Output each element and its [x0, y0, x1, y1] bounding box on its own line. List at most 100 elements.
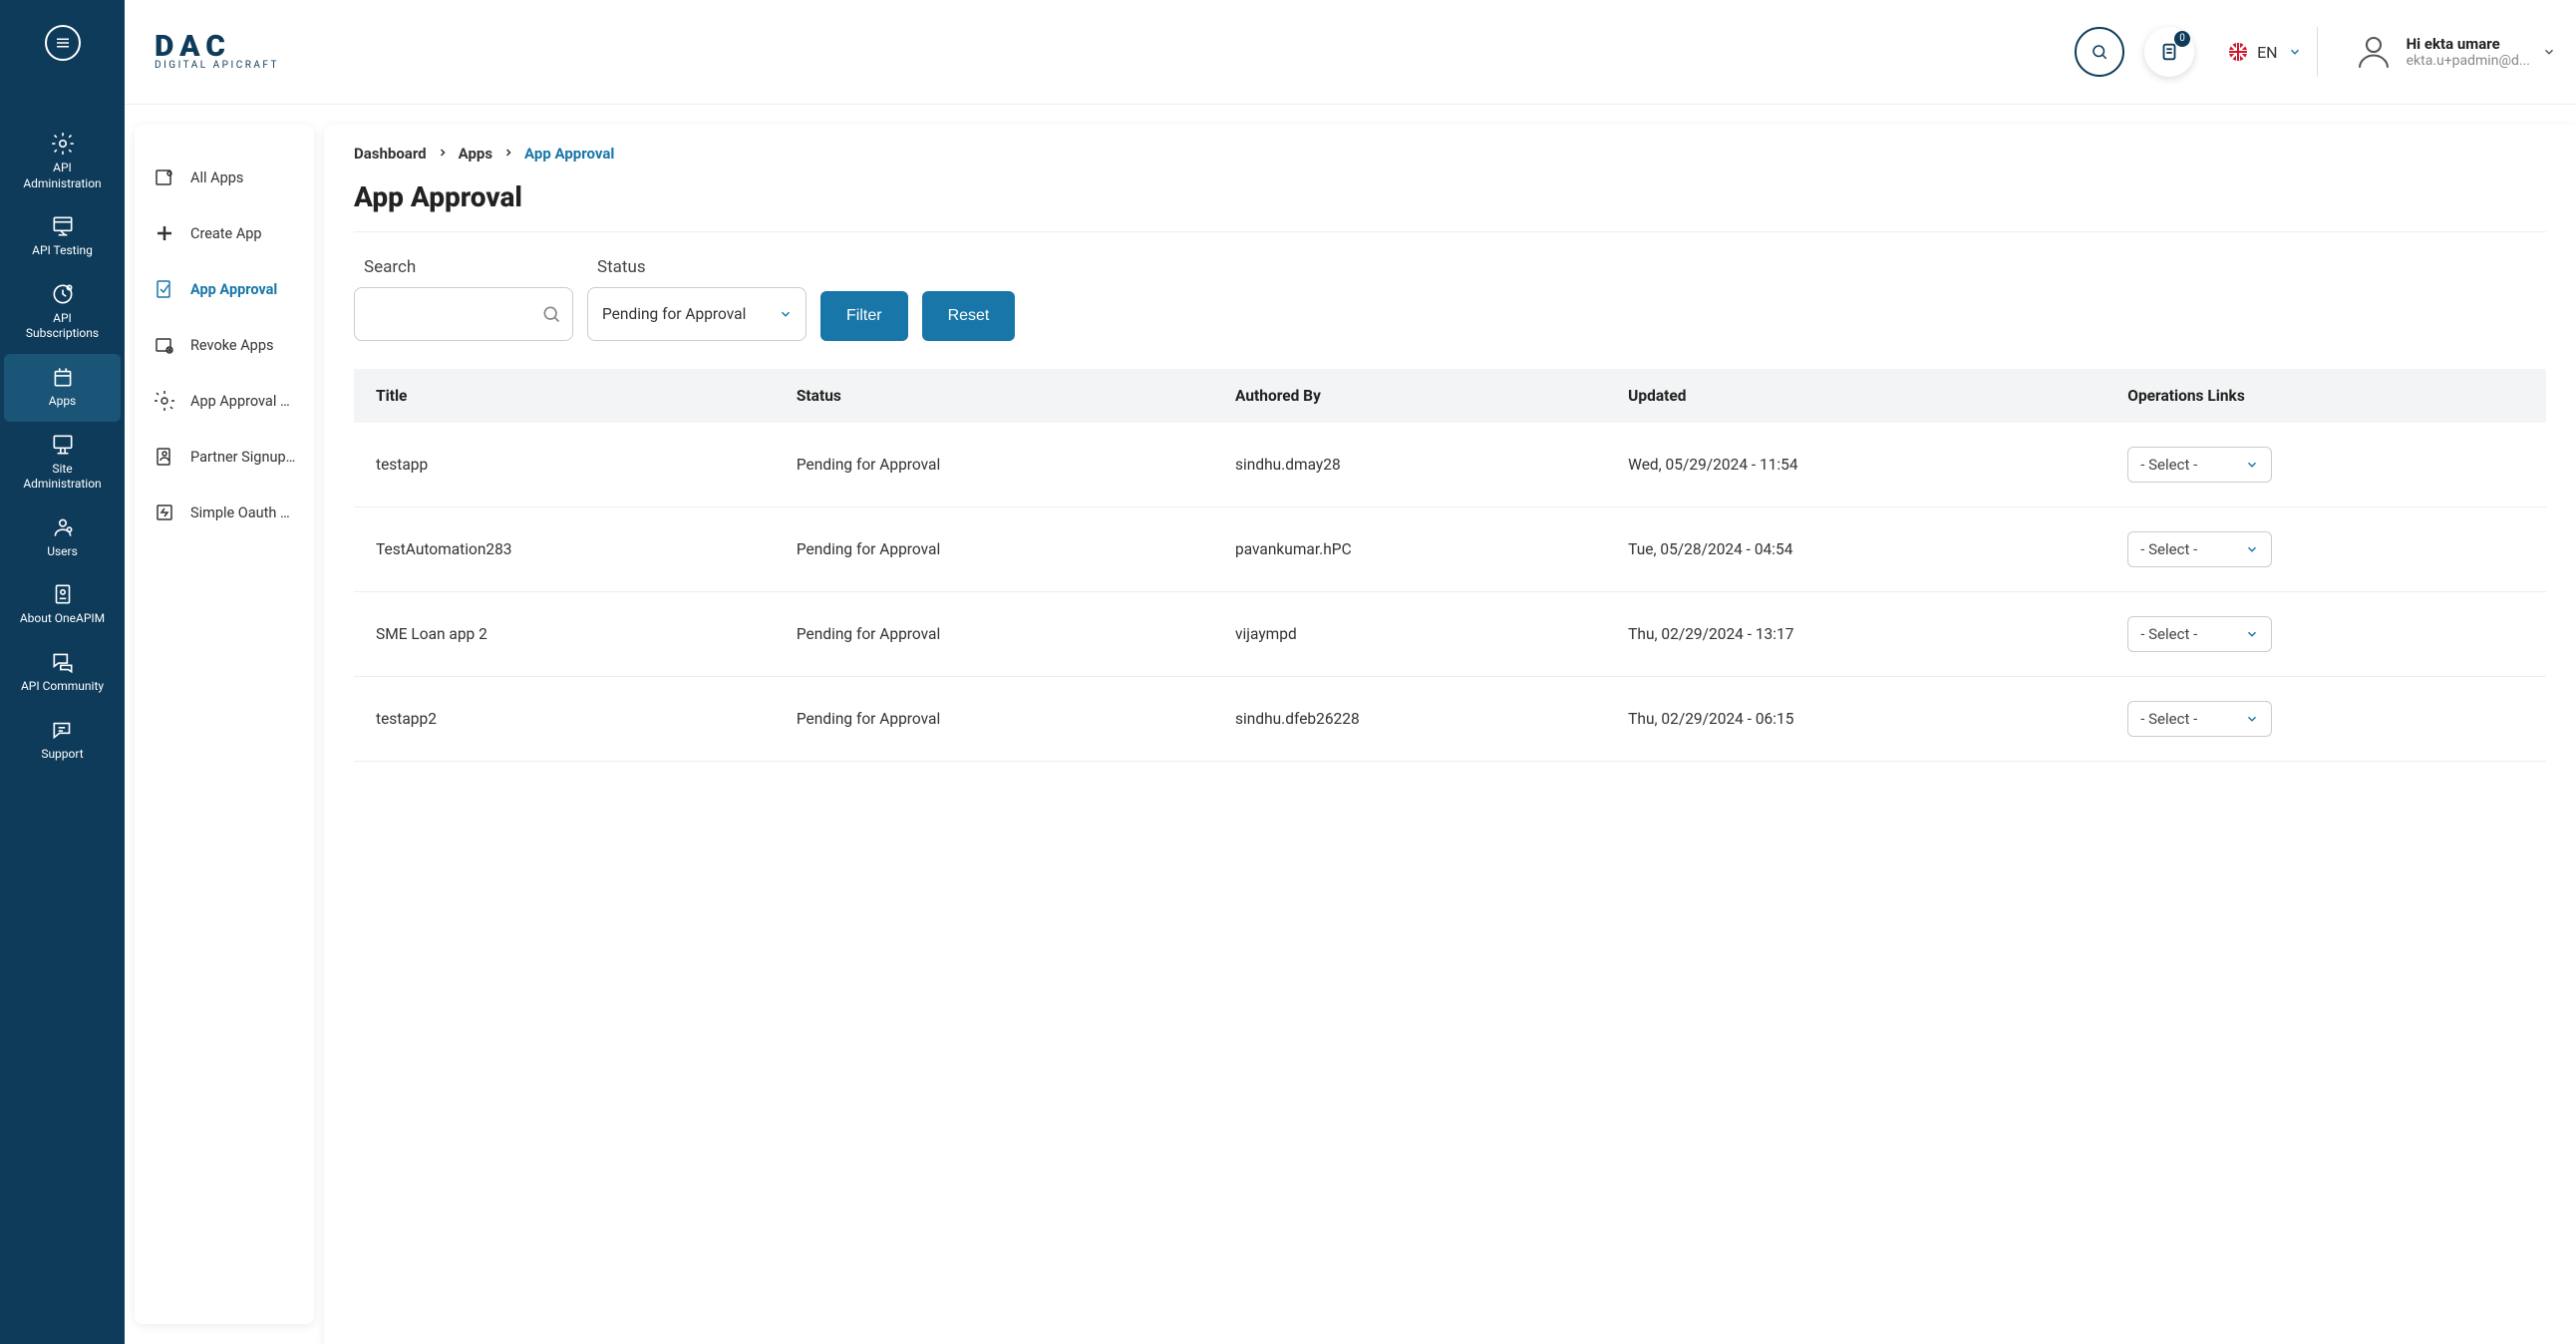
- operations-select[interactable]: - Select -: [2127, 701, 2272, 737]
- sub-item-5[interactable]: Partner Signup ...: [145, 429, 304, 485]
- sub-item-2[interactable]: App Approval: [145, 261, 304, 317]
- nav-item-about[interactable]: About OneAPIM: [0, 571, 125, 639]
- nav-item-label: Apps: [49, 394, 77, 410]
- nav-item-label: API Administration: [23, 161, 101, 191]
- column-header: Updated: [1606, 369, 2105, 423]
- chevron-down-icon: [2245, 458, 2259, 472]
- table-row: TestAutomation283Pending for Approvalpav…: [354, 507, 2546, 592]
- operations-select[interactable]: - Select -: [2127, 531, 2272, 567]
- nav-item-users[interactable]: Users: [0, 504, 125, 572]
- column-header: Title: [354, 369, 775, 423]
- table-row: testapp2Pending for Approvalsindhu.dfeb2…: [354, 677, 2546, 762]
- sub-item-0[interactable]: All Apps: [145, 150, 304, 205]
- table-cell-operations: - Select -: [2105, 592, 2546, 677]
- table-cell: SME Loan app 2: [354, 592, 775, 677]
- search-label: Search: [354, 257, 573, 277]
- user-email: ekta.u+padmin@d...: [2407, 53, 2530, 69]
- table-row: testappPending for Approvalsindhu.dmay28…: [354, 423, 2546, 507]
- chevron-down-icon: [779, 307, 793, 321]
- global-search-button[interactable]: [2075, 27, 2124, 77]
- language-selector[interactable]: EN: [2214, 27, 2318, 77]
- operations-select[interactable]: - Select -: [2127, 616, 2272, 652]
- table-cell: sindhu.dfeb26228: [1213, 677, 1606, 762]
- table-cell: testapp2: [354, 677, 775, 762]
- nav-item-community[interactable]: API Community: [0, 639, 125, 707]
- filter-bar: Search Status Pending for Approval: [354, 257, 2546, 341]
- menu-toggle-button[interactable]: [45, 25, 81, 61]
- table-cell-operations: - Select -: [2105, 677, 2546, 762]
- table-cell: TestAutomation283: [354, 507, 775, 592]
- logo-tagline: DIGITAL APICRAFT: [155, 60, 279, 71]
- filter-button[interactable]: Filter: [820, 291, 908, 341]
- chevron-down-icon: [2245, 627, 2259, 641]
- table-cell: Pending for Approval: [775, 423, 1213, 507]
- sub-sidebar: All Apps Create App App Approval Revoke App…: [135, 125, 314, 1324]
- operations-placeholder: - Select -: [2140, 456, 2197, 474]
- nav-item-support[interactable]: Support: [0, 707, 125, 775]
- status-label: Status: [587, 257, 806, 277]
- topbar: DAC DIGITAL APICRAFT 0 EN Hi ekta umare …: [125, 0, 2576, 105]
- nav-item-label: API Testing: [32, 243, 93, 259]
- status-select[interactable]: Pending for Approval: [587, 287, 806, 341]
- table-cell: Tue, 05/28/2024 - 04:54: [1606, 507, 2105, 592]
- page-title: App Approval: [354, 180, 2546, 213]
- sub-item-label: All Apps: [190, 169, 243, 186]
- sub-item-3[interactable]: Revoke Apps: [145, 317, 304, 373]
- chevron-right-icon: [502, 145, 514, 163]
- user-menu[interactable]: Hi ekta umare ekta.u+padmin@d...: [2338, 31, 2556, 73]
- breadcrumb-item[interactable]: Dashboard: [354, 145, 427, 163]
- nav-item-api-testing[interactable]: API Testing: [0, 203, 125, 271]
- nav-item-label: Support: [41, 747, 83, 763]
- operations-select[interactable]: - Select -: [2127, 447, 2272, 483]
- page-content: Dashboard Apps App Approval App Approval S…: [324, 125, 2576, 1344]
- breadcrumb-item: App Approval: [524, 145, 614, 163]
- language-code: EN: [2257, 43, 2278, 62]
- chevron-down-icon: [2245, 542, 2259, 556]
- nav-item-label: API Community: [21, 679, 104, 695]
- divider: [354, 231, 2546, 232]
- table-row: SME Loan app 2Pending for Approvalvijaym…: [354, 592, 2546, 677]
- table-cell: Pending for Approval: [775, 677, 1213, 762]
- sub-item-label: Revoke Apps: [190, 337, 273, 354]
- status-value: Pending for Approval: [602, 305, 746, 323]
- nav-item-label: Site Administration: [23, 462, 101, 493]
- table-cell: Pending for Approval: [775, 507, 1213, 592]
- uk-flag-icon: [2229, 43, 2247, 61]
- sub-item-4[interactable]: App Approval C...: [145, 373, 304, 429]
- logo-text: DAC: [155, 33, 279, 60]
- table-cell-operations: - Select -: [2105, 507, 2546, 592]
- reset-button[interactable]: Reset: [922, 291, 1016, 341]
- search-icon: [2091, 43, 2108, 61]
- column-header: Operations Links: [2105, 369, 2546, 423]
- sub-item-label: App Approval C...: [190, 393, 296, 410]
- search-input[interactable]: [354, 287, 573, 341]
- nav-item-site-admin[interactable]: Site Administration: [0, 422, 125, 504]
- avatar-icon: [2353, 31, 2395, 73]
- sub-item-6[interactable]: Simple Oauth C...: [145, 485, 304, 540]
- sub-item-label: Create App: [190, 225, 262, 242]
- sub-item-1[interactable]: Create App: [145, 205, 304, 261]
- column-header: Status: [775, 369, 1213, 423]
- sub-item-label: Simple Oauth C...: [190, 504, 296, 521]
- search-icon: [541, 304, 561, 324]
- nav-item-api-admin[interactable]: API Administration: [0, 121, 125, 203]
- hamburger-icon: [54, 34, 72, 52]
- nav-rail: API Administration API Testing API Subscri…: [0, 0, 125, 1344]
- nav-item-api-subs[interactable]: API Subscriptions: [0, 271, 125, 354]
- user-greeting: Hi ekta umare: [2407, 35, 2530, 53]
- tasks-button[interactable]: 0: [2144, 27, 2194, 77]
- table-cell: Wed, 05/29/2024 - 11:54: [1606, 423, 2105, 507]
- nav-item-label: API Subscriptions: [26, 311, 99, 342]
- nav-item-apps[interactable]: Apps: [4, 354, 121, 422]
- breadcrumb-item[interactable]: Apps: [459, 145, 492, 163]
- table-cell: testapp: [354, 423, 775, 507]
- chevron-right-icon: [437, 145, 449, 163]
- table-cell: Thu, 02/29/2024 - 13:17: [1606, 592, 2105, 677]
- operations-placeholder: - Select -: [2140, 625, 2197, 643]
- chevron-down-icon: [2542, 45, 2556, 59]
- chevron-down-icon: [2245, 712, 2259, 726]
- sub-item-label: Partner Signup ...: [190, 449, 296, 466]
- table-cell: Pending for Approval: [775, 592, 1213, 677]
- table-cell: Thu, 02/29/2024 - 06:15: [1606, 677, 2105, 762]
- app-table: TitleStatusAuthored ByUpdatedOperations …: [354, 369, 2546, 762]
